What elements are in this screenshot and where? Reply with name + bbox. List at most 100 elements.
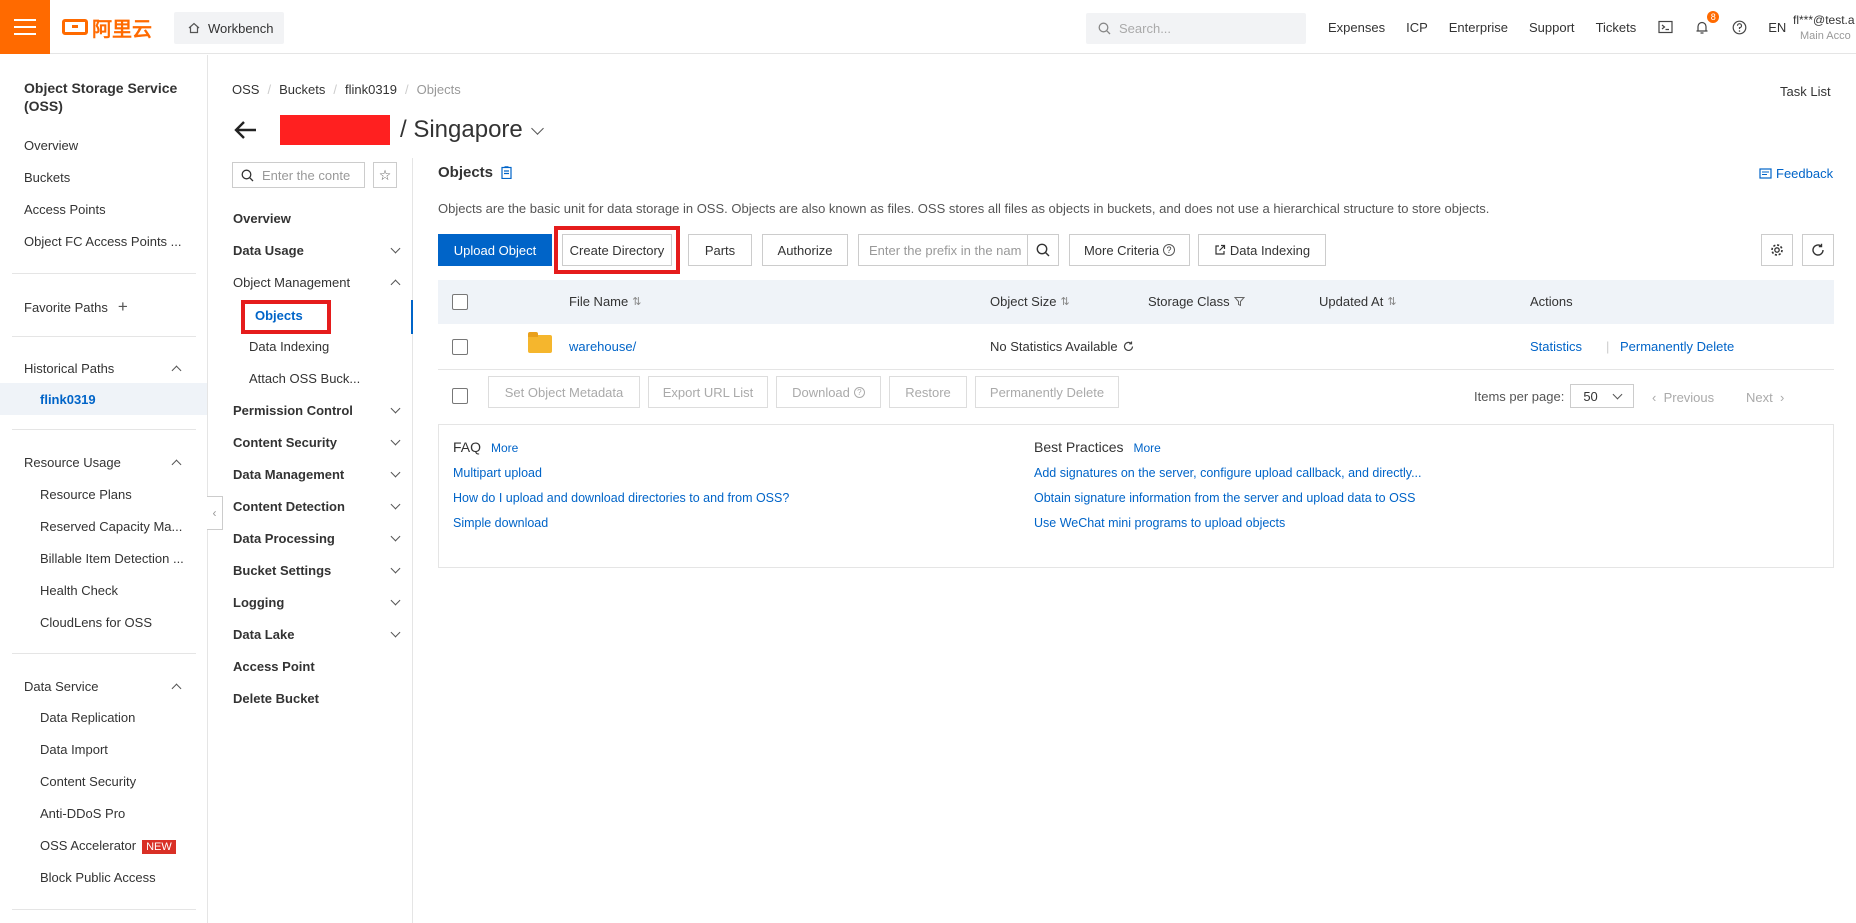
top-link-enterprise[interactable]: Enterprise bbox=[1449, 20, 1508, 35]
bp-link-signatures[interactable]: Add signatures on the server, configure … bbox=[1034, 466, 1422, 480]
column-file-name[interactable]: File Name ⇅ bbox=[569, 294, 641, 309]
nav-objects-active[interactable]: Objects bbox=[241, 300, 331, 334]
feedback-link[interactable]: Feedback bbox=[1759, 166, 1833, 181]
nav-content-detection[interactable]: Content Detection bbox=[233, 499, 403, 514]
row-checkbox[interactable] bbox=[452, 339, 468, 355]
sidebar-item-cloudlens[interactable]: CloudLens for OSS bbox=[40, 615, 152, 630]
objects-title: Objects bbox=[438, 164, 494, 181]
sidebar-item-health-check[interactable]: Health Check bbox=[40, 583, 118, 598]
faq-link-simple-download[interactable]: Simple download bbox=[453, 516, 789, 530]
bell-icon[interactable]: 8 bbox=[1694, 11, 1720, 35]
document-icon[interactable] bbox=[501, 166, 512, 179]
nav-data-management[interactable]: Data Management bbox=[233, 467, 403, 482]
breadcrumb-bucket[interactable]: flink0319 bbox=[345, 82, 397, 97]
next-page-button[interactable]: Next › bbox=[1746, 390, 1784, 405]
sidebar-item-block-public-access[interactable]: Block Public Access bbox=[40, 870, 156, 885]
add-icon[interactable]: + bbox=[118, 297, 128, 317]
faq-more-link[interactable]: More bbox=[491, 441, 518, 455]
back-arrow-icon[interactable] bbox=[234, 120, 258, 140]
permanently-delete-link[interactable]: Permanently Delete bbox=[1620, 339, 1734, 354]
select-all-checkbox[interactable] bbox=[452, 294, 468, 310]
statistics-link[interactable]: Statistics bbox=[1530, 339, 1582, 354]
nav-content-security[interactable]: Content Security bbox=[233, 435, 403, 450]
column-object-size[interactable]: Object Size ⇅ bbox=[990, 294, 1070, 309]
sidebar-resource-usage[interactable]: Resource Usage bbox=[24, 455, 184, 470]
prefix-search-input[interactable]: Enter the prefix in the nam bbox=[858, 234, 1028, 266]
terminal-icon[interactable] bbox=[1657, 19, 1673, 35]
sidebar-item-data-import[interactable]: Data Import bbox=[40, 742, 108, 757]
bulk-permanently-delete-button[interactable]: Permanently Delete bbox=[975, 376, 1119, 408]
sidebar-favorite-paths[interactable]: Favorite Paths + bbox=[24, 297, 128, 317]
top-link-icp[interactable]: ICP bbox=[1406, 20, 1428, 35]
task-list-link[interactable]: Task List bbox=[1780, 84, 1831, 99]
breadcrumb-oss[interactable]: OSS bbox=[232, 82, 259, 97]
bucket-nav-search-input[interactable]: Enter the conte bbox=[232, 162, 365, 188]
best-practices-more-link[interactable]: More bbox=[1133, 441, 1160, 455]
nav-delete-bucket[interactable]: Delete Bucket bbox=[233, 691, 403, 706]
file-name-link[interactable]: warehouse/ bbox=[569, 339, 636, 354]
breadcrumb-buckets[interactable]: Buckets bbox=[279, 82, 325, 97]
refresh-icon[interactable] bbox=[1123, 341, 1134, 352]
star-icon[interactable]: ☆ bbox=[373, 162, 397, 188]
download-button[interactable]: Download ? bbox=[776, 376, 881, 408]
nav-data-processing[interactable]: Data Processing bbox=[233, 531, 403, 546]
sidebar-item-overview[interactable]: Overview bbox=[24, 138, 78, 153]
faq-link-multipart-upload[interactable]: Multipart upload bbox=[453, 466, 789, 480]
sidebar-data-service[interactable]: Data Service bbox=[24, 679, 184, 694]
restore-button[interactable]: Restore bbox=[889, 376, 967, 408]
refresh-button[interactable] bbox=[1802, 234, 1834, 266]
user-account-menu[interactable]: fl***@test.a Main Acco bbox=[1793, 12, 1855, 44]
workbench-button[interactable]: Workbench bbox=[174, 12, 284, 44]
chevron-down-icon[interactable] bbox=[530, 121, 544, 135]
bulk-select-checkbox[interactable] bbox=[452, 388, 468, 404]
sidebar-item-fc-access-points[interactable]: Object FC Access Points ... bbox=[24, 234, 182, 249]
hamburger-menu-button[interactable] bbox=[0, 0, 50, 54]
parts-button[interactable]: Parts bbox=[688, 234, 752, 266]
column-updated-at[interactable]: Updated At ⇅ bbox=[1319, 294, 1397, 309]
language-switch[interactable]: EN bbox=[1768, 20, 1786, 35]
create-directory-button[interactable]: Create Directory bbox=[554, 226, 680, 274]
nav-object-management[interactable]: Object Management bbox=[233, 275, 403, 290]
search-button[interactable] bbox=[1027, 234, 1059, 266]
bp-link-wechat[interactable]: Use WeChat mini programs to upload objec… bbox=[1034, 516, 1422, 530]
sidebar-item-flink0319-active[interactable] bbox=[0, 383, 207, 415]
sidebar-item-buckets[interactable]: Buckets bbox=[24, 170, 70, 185]
data-indexing-button[interactable]: Data Indexing bbox=[1198, 234, 1326, 266]
nav-access-point[interactable]: Access Point bbox=[233, 659, 403, 674]
column-storage-class[interactable]: Storage Class bbox=[1148, 294, 1245, 309]
sidebar-item-content-security[interactable]: Content Security bbox=[40, 774, 136, 789]
sidebar-item-anti-ddos[interactable]: Anti-DDoS Pro bbox=[40, 806, 125, 821]
top-link-expenses[interactable]: Expenses bbox=[1328, 20, 1385, 35]
nav-overview[interactable]: Overview bbox=[233, 211, 403, 226]
aliyun-logo[interactable]: 阿里云 bbox=[62, 14, 152, 41]
sidebar-item-oss-accelerator[interactable]: OSS Accelerator NEW bbox=[40, 838, 176, 854]
previous-page-button[interactable]: ‹ Previous bbox=[1652, 390, 1714, 405]
sidebar-item-data-replication[interactable]: Data Replication bbox=[40, 710, 135, 725]
nav-data-indexing[interactable]: Data Indexing bbox=[249, 339, 329, 354]
nav-data-lake[interactable]: Data Lake bbox=[233, 627, 403, 642]
set-object-metadata-button[interactable]: Set Object Metadata bbox=[488, 376, 640, 408]
top-link-tickets[interactable]: Tickets bbox=[1596, 20, 1637, 35]
export-url-list-button[interactable]: Export URL List bbox=[648, 376, 768, 408]
bp-link-signature-info[interactable]: Obtain signature information from the se… bbox=[1034, 491, 1422, 505]
items-per-page-select[interactable]: 50 bbox=[1570, 384, 1635, 408]
nav-bucket-settings[interactable]: Bucket Settings bbox=[233, 563, 403, 578]
top-link-support[interactable]: Support bbox=[1529, 20, 1575, 35]
global-search-input[interactable]: Search... bbox=[1086, 13, 1306, 44]
nav-permission-control[interactable]: Permission Control bbox=[233, 403, 403, 418]
sidebar-item-reserved-capacity[interactable]: Reserved Capacity Ma... bbox=[40, 519, 182, 534]
authorize-button[interactable]: Authorize bbox=[762, 234, 848, 266]
help-icon[interactable] bbox=[1731, 19, 1747, 35]
sidebar-historical-paths[interactable]: Historical Paths bbox=[24, 361, 184, 376]
sidebar-item-billable-item-detection[interactable]: Billable Item Detection ... bbox=[40, 551, 184, 566]
historical-path-flink0319[interactable]: flink0319 bbox=[40, 392, 96, 407]
upload-object-button[interactable]: Upload Object bbox=[438, 234, 552, 266]
settings-button[interactable] bbox=[1761, 234, 1793, 266]
sidebar-item-access-points[interactable]: Access Points bbox=[24, 202, 106, 217]
faq-link-upload-directories[interactable]: How do I upload and download directories… bbox=[453, 491, 789, 505]
nav-attach-oss-bucket[interactable]: Attach OSS Buck... bbox=[249, 371, 360, 386]
sidebar-item-resource-plans[interactable]: Resource Plans bbox=[40, 487, 132, 502]
nav-data-usage[interactable]: Data Usage bbox=[233, 243, 403, 258]
nav-logging[interactable]: Logging bbox=[233, 595, 403, 610]
more-criteria-button[interactable]: More Criteria ? bbox=[1069, 234, 1190, 266]
